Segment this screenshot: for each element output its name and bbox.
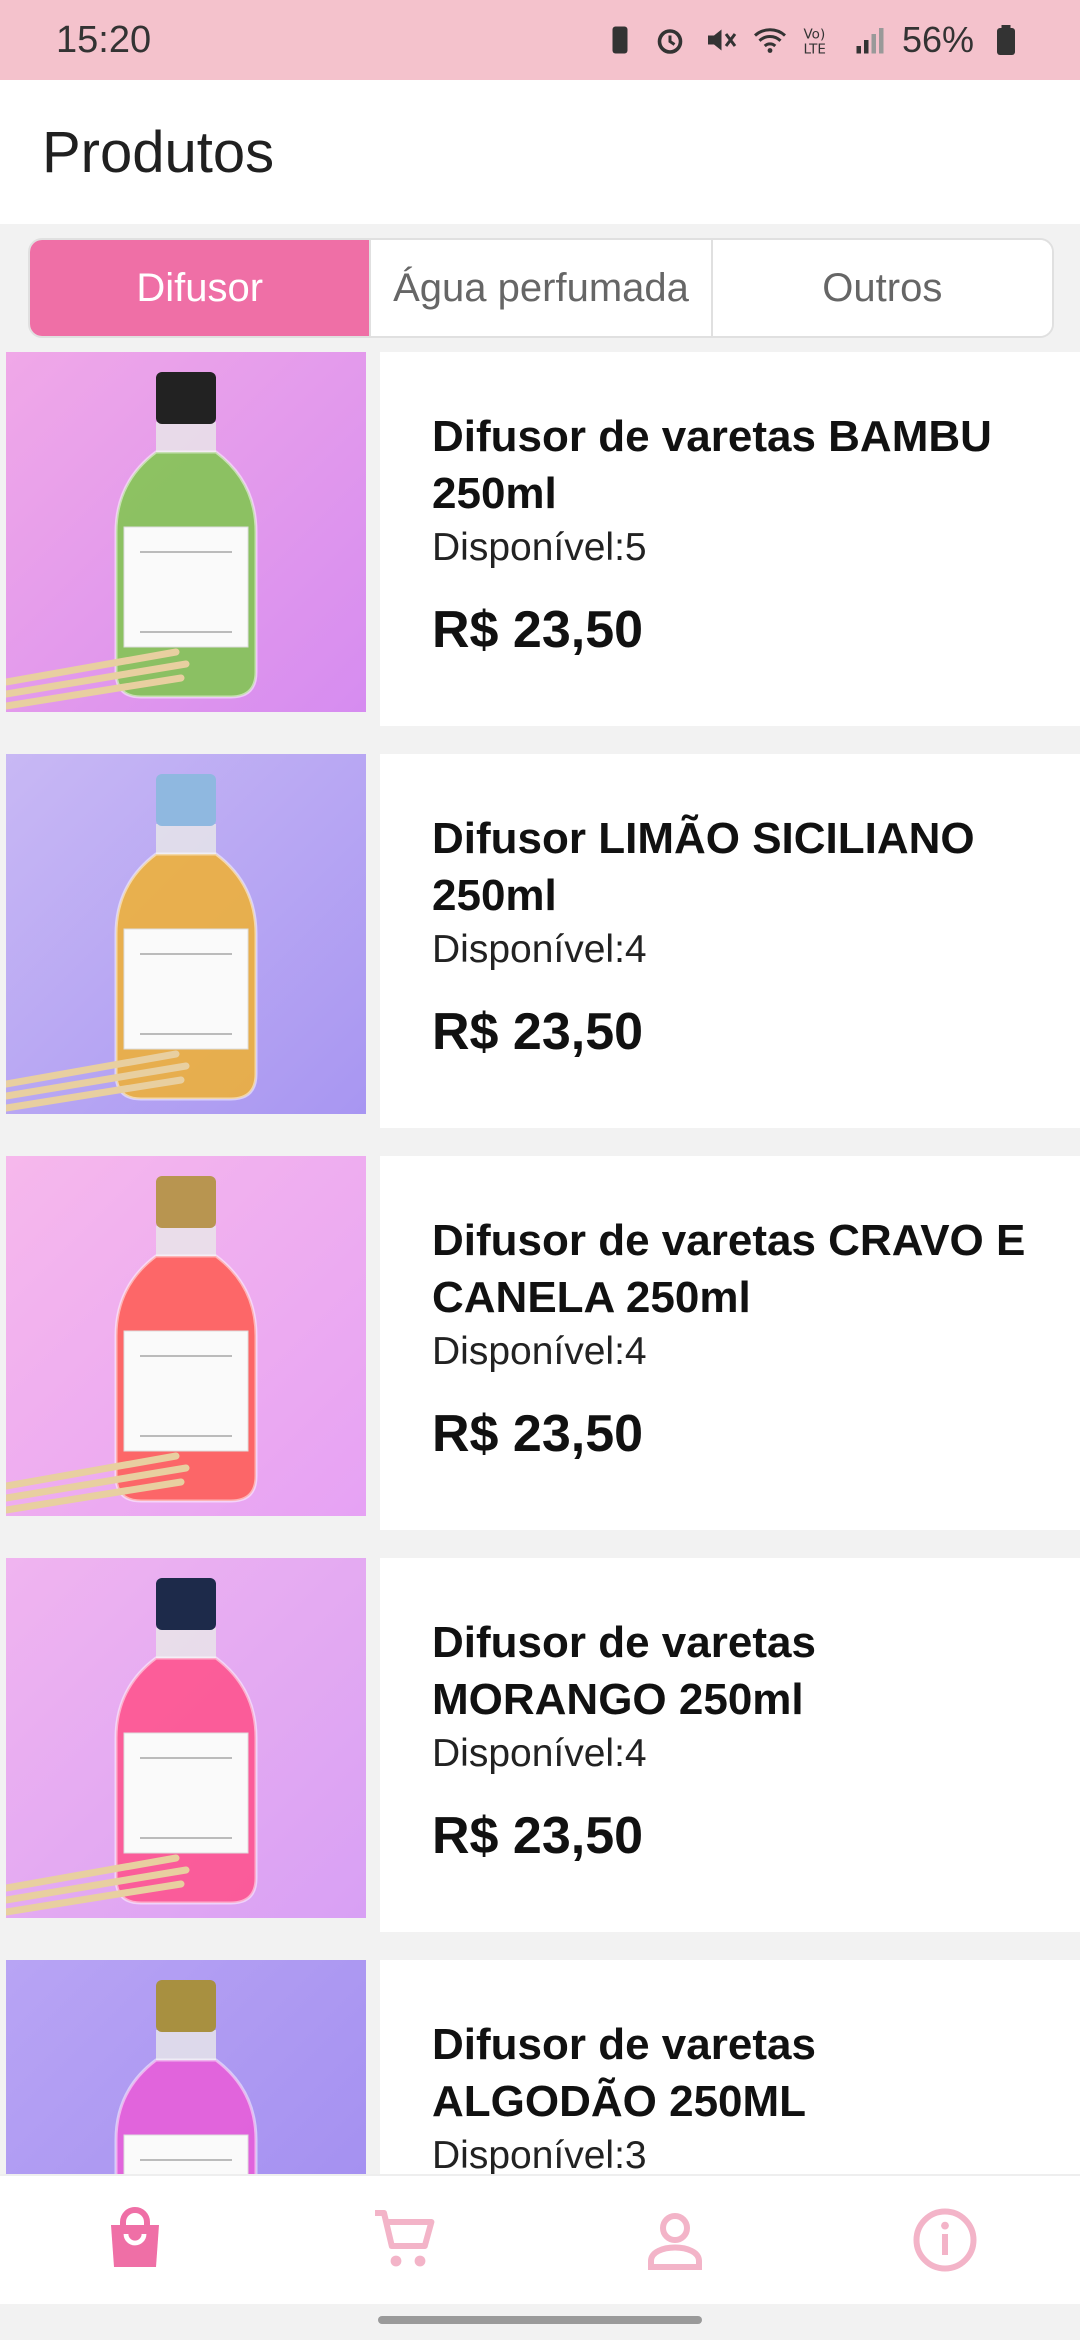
category-tabs: Difusor Água perfumada Outros [28, 238, 1054, 338]
bottle-illustration [6, 754, 366, 1114]
product-stock: Disponível:4 [432, 1330, 647, 1373]
product-name: Difusor de varetas MORANGO 250ml [432, 1618, 816, 1724]
product-name: Difusor de varetas BAMBU 250ml [432, 412, 992, 518]
product-stock: Disponível:3 [432, 2134, 647, 2174]
product-info: Difusor LIMÃO SICILIANO 250ml Disponível… [380, 754, 1080, 1128]
battery-saver-icon [612, 26, 628, 54]
product-stock: Disponível:4 [432, 1732, 647, 1775]
product-image [6, 1558, 366, 1918]
product-card[interactable]: Difusor de varetas MORANGO 250ml Disponí… [0, 1558, 1080, 1932]
svg-text:LTE: LTE [803, 42, 825, 58]
product-price: R$ 23,50 [432, 1405, 644, 1463]
volte-icon: Vo)LTE [803, 27, 825, 58]
alarm-icon [657, 29, 683, 54]
product-price: R$ 23,50 [432, 1807, 644, 1865]
product-stock: Disponível:5 [432, 526, 647, 569]
cart-icon [375, 2210, 435, 2267]
product-info: Difusor de varetas BAMBU 250ml Disponíve… [380, 352, 1080, 726]
product-info: Difusor de varetas MORANGO 250ml Disponí… [380, 1558, 1080, 1932]
nav-profile[interactable] [540, 2176, 810, 2304]
nav-info[interactable] [810, 2176, 1080, 2304]
tab-agua-perfumada[interactable]: Água perfumada [371, 240, 713, 336]
svg-text:Vo): Vo) [803, 27, 825, 43]
tab-outros[interactable]: Outros [712, 240, 1052, 336]
product-price: R$ 23,50 [432, 1003, 644, 1061]
product-stock: Disponível:4 [432, 928, 647, 971]
product-name: Difusor LIMÃO SICILIANO 250ml [432, 814, 975, 920]
product-card[interactable]: Difusor de varetas ALGODÃO 250ML Disponí… [0, 1960, 1080, 2174]
page-title: Produtos [42, 119, 275, 185]
product-image [6, 754, 366, 1114]
signal-icon [856, 28, 884, 54]
product-name: Difusor de varetas ALGODÃO 250ML [432, 2020, 816, 2126]
product-card[interactable]: Difusor LIMÃO SICILIANO 250ml Disponível… [0, 754, 1080, 1128]
nav-products[interactable] [0, 2176, 270, 2304]
product-price: R$ 23,50 [432, 601, 644, 659]
status-bar: 15:20 Vo) LTE 56% [0, 0, 1080, 80]
bottom-nav [0, 2174, 1080, 2304]
product-image [6, 1156, 366, 1516]
app-header: Produtos [0, 80, 1080, 224]
tab-difusor[interactable]: Difusor [30, 240, 372, 336]
product-info: Difusor de varetas CRAVO E CANELA 250ml … [380, 1156, 1080, 1530]
product-card[interactable]: Difusor de varetas CRAVO E CANELA 250ml … [0, 1156, 1080, 1530]
nav-cart[interactable] [270, 2176, 540, 2304]
gesture-area [0, 2304, 1080, 2340]
product-name: Difusor de varetas CRAVO E CANELA 250ml [432, 1216, 1026, 1322]
product-list[interactable]: Difusor de varetas BAMBU 250ml Disponíve… [0, 352, 1080, 2174]
product-image [6, 352, 366, 712]
battery-icon [997, 25, 1015, 55]
product-card[interactable]: Difusor de varetas BAMBU 250ml Disponíve… [0, 352, 1080, 726]
battery-percent: 56% [901, 19, 974, 60]
product-info: Difusor de varetas ALGODÃO 250ML Disponí… [380, 1960, 1080, 2174]
shopping-bag-icon [111, 2207, 159, 2267]
mute-icon [707, 29, 737, 51]
bottle-illustration [6, 1558, 366, 1918]
status-time: 15:20 [56, 18, 152, 61]
gesture-bar[interactable] [378, 2316, 702, 2324]
bottle-illustration [6, 1156, 366, 1516]
status-icons: Vo) LTE 56% [602, 19, 1024, 61]
bottle-illustration [6, 1960, 366, 2174]
wifi-icon [753, 28, 786, 53]
bottle-illustration [6, 352, 366, 712]
person-icon [648, 2213, 702, 2270]
info-icon [913, 2208, 977, 2272]
product-image [6, 1960, 366, 2174]
